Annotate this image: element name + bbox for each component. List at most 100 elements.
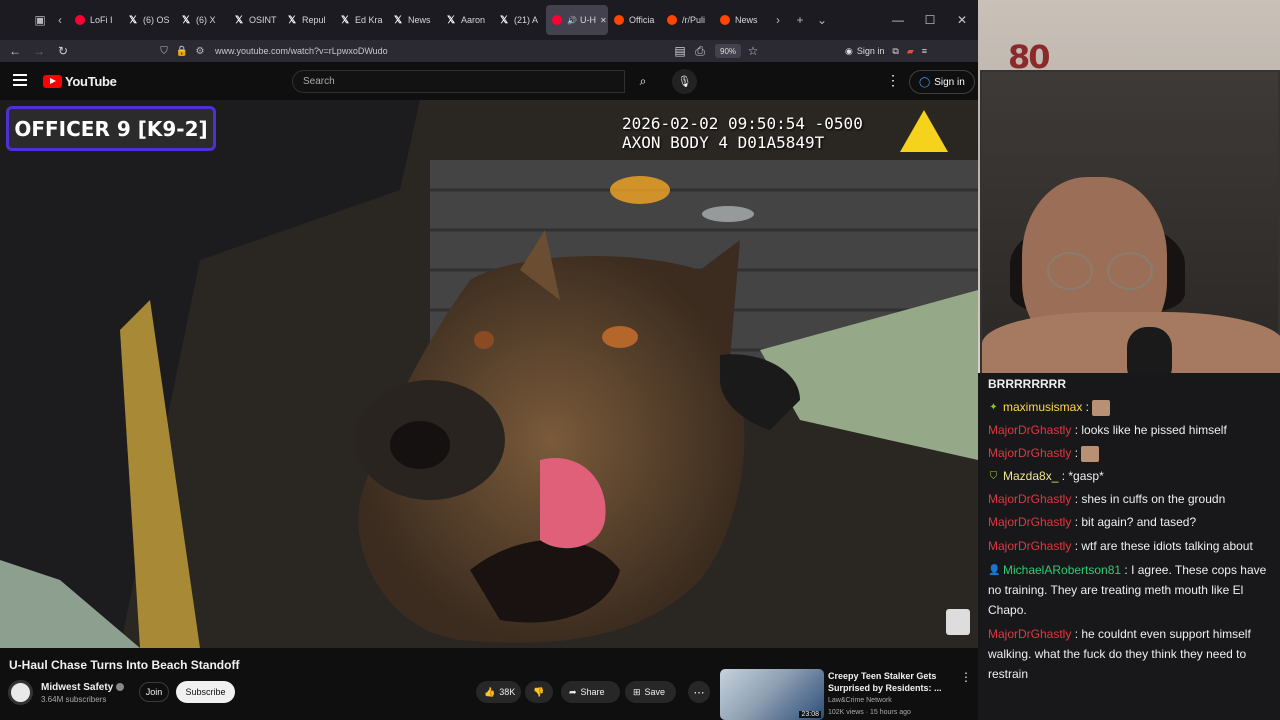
close-window-icon[interactable]: ✕ [946,0,978,40]
url-text[interactable]: www.youtube.com/watch?v=rLpwxoDWudo [215,46,388,56]
maximize-icon[interactable]: ☐ [914,0,946,40]
chat-badge-icon: 👤 [988,565,1001,577]
chat-message: ⛉ Mazda8x_ : *gasp* [988,465,1276,488]
search-input[interactable]: Search [292,70,625,93]
chat-username[interactable]: maximusismax [1003,400,1082,414]
share-label: Share [580,687,605,697]
chat-username[interactable]: MajorDrGhastly [988,446,1071,460]
settings-kebab-icon[interactable]: ⋮ [886,72,900,89]
search-icon[interactable]: ⌕ [625,70,661,93]
live-chat: BRRRRRRRR ✦ maximusismax : MajorDrGhastly … [978,373,1280,720]
x-logo-icon: 𝕏 [128,14,138,26]
glasses-icon [1047,252,1157,290]
chat-separator: : [1071,423,1082,437]
minimize-icon[interactable]: — [882,0,914,40]
back-icon[interactable]: ← [3,40,27,62]
chat-username[interactable]: MajorDrGhastly [988,492,1071,506]
browser-tab[interactable]: /r/Puli [661,5,714,35]
browser-tab[interactable]: 𝕏 (6) X [175,5,228,35]
chat-username[interactable]: MajorDrGhastly [988,539,1071,553]
browser-tab[interactable]: 𝕏 Repul [281,5,334,35]
youtube-favicon-icon [75,15,85,25]
join-button[interactable]: Join [139,682,169,702]
recommended-video-title[interactable]: Creepy Teen Stalker Gets Surprised by Re… [828,670,953,694]
tabs-container: LoFi I 𝕏 (6) OS 𝕏 (6) X 𝕏 OSINT 𝕏 Repul 𝕏 Ed Kra 𝕏 N… [69,5,767,35]
lock-icon[interactable]: 🔒 [173,46,191,57]
streamer-webcam: 80 [978,0,1280,373]
x-logo-icon: 𝕏 [234,14,244,26]
browser-tab[interactable]: 𝕏 Ed Kra [334,5,387,35]
shield-icon[interactable]: ⛉ [155,46,173,57]
forward-icon[interactable]: → [27,40,51,62]
screenshot-icon[interactable]: ⎙ [688,40,712,62]
browser-tab[interactable]: News [714,5,767,35]
tab-scroll-right-icon[interactable]: › [767,9,789,31]
chat-message: BRRRRRRRR [988,373,1276,396]
chat-text: wtf are these idiots talking about [1081,539,1253,553]
tab-scroll-left-icon[interactable]: ‹ [51,9,69,31]
chat-username[interactable]: Mazda8x_ [1003,469,1058,483]
browser-tab-label: Officia [629,15,655,25]
chat-username[interactable]: MajorDrGhastly [988,515,1071,529]
subscribe-button[interactable]: Subscribe [176,681,235,703]
chat-text: bit again? and tased? [1081,515,1197,529]
reload-icon[interactable]: ↻ [51,40,75,62]
recommended-video-channel[interactable]: Law&Crime Network [828,697,892,704]
browser-tab[interactable]: LoFi I [69,5,122,35]
browser-window: ▣ ‹ LoFi I 𝕏 (6) OS 𝕏 (6) X 𝕏 OSINT 𝕏 Repul 𝕏 Ed K… [0,0,978,720]
guide-menu-icon[interactable] [13,74,27,86]
browser-tab[interactable]: 𝕏 News [387,5,440,35]
chat-username[interactable]: MichaelARobertson81 [1003,563,1121,577]
tab-list-icon[interactable]: ⌄ [811,9,833,31]
chat-username[interactable]: MajorDrGhastly [988,627,1071,641]
channel-name-text[interactable]: Midwest Safety [41,682,113,693]
tab-audio-icon[interactable]: 🔊 [567,16,577,25]
browser-tab-label: Ed Kra [355,15,383,25]
save-playlist-icon: ⊞ [633,686,641,697]
bookmark-star-icon[interactable]: ☆ [741,40,765,62]
youtube-logo[interactable]: YouTube [43,74,117,89]
chat-emote-icon [1092,399,1111,416]
chat-username[interactable]: MajorDrGhastly [988,423,1071,437]
chat-separator: : [1071,492,1082,506]
browser-tab-label: LoFi I [90,15,113,25]
channel-avatar[interactable] [8,680,33,705]
browser-tab[interactable]: 𝕏 OSINT [228,5,281,35]
chat-text: BRRRRRRRR [988,377,1066,391]
channel-watermark-icon[interactable] [946,609,970,635]
extensions-icon[interactable]: ⧉ [892,46,898,57]
browser-tab[interactable]: 𝕏 (6) OS [122,5,175,35]
channel-name[interactable]: Midwest Safety [41,682,125,693]
share-button[interactable]: ➦ Share [561,681,620,703]
chat-text: *gasp* [1068,469,1104,483]
ublock-icon[interactable]: ▰ [907,46,914,57]
dislike-button[interactable]: 👎 [525,681,553,703]
recommended-video-thumbnail[interactable]: 23:08 [720,669,824,720]
browser-tab[interactable]: Officia [608,5,661,35]
close-tab-icon[interactable]: ✕ [600,16,607,25]
chat-message: MajorDrGhastly : wtf are these idiots ta… [988,534,1276,558]
like-button[interactable]: 👍 38K [476,681,521,703]
x-logo-icon: 𝕏 [499,14,509,26]
recommended-video-menu-icon[interactable]: ⋮ [960,670,972,684]
chat-text: looks like he pissed himself [1081,423,1227,437]
app-menu-icon[interactable]: ≡ [922,46,927,56]
new-tab-icon[interactable]: + [789,9,811,31]
more-actions-icon[interactable]: ⋯ [688,681,710,703]
browser-tab[interactable]: 𝕏 Aaron [440,5,493,35]
chat-separator: : [1082,400,1093,414]
mic-icon[interactable]: 🎙 [672,69,697,94]
browser-tab[interactable]: 𝕏 (21) A [493,5,546,35]
browser-signin[interactable]: Sign in [857,46,885,56]
signin-label: Sign in [934,76,965,88]
account-icon[interactable]: ◉ [845,46,853,57]
tab-manager-icon[interactable]: ▣ [29,9,51,31]
thumbs-down-icon: 👎 [533,686,545,697]
video-player[interactable]: OFFICER 9 [K9-2] 2026-02-02 09:50:54 -05… [0,100,978,648]
zoom-level[interactable]: 90% [715,44,742,58]
browser-tab-label: News [735,15,758,25]
browser-tab[interactable]: 🔊 U-H ✕ [546,5,608,35]
permissions-icon[interactable]: ⚙ [191,46,209,57]
youtube-signin-button[interactable]: ◯ Sign in [909,70,975,94]
save-button[interactable]: ⊞ Save [625,681,676,703]
